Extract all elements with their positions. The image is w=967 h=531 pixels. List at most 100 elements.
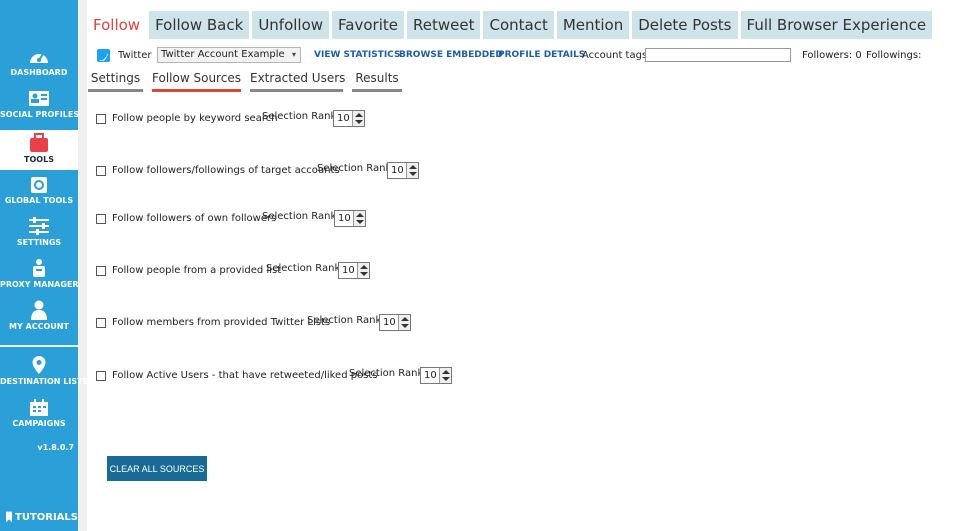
browse-embedded-link[interactable]: BROWSE EMBEDDED	[399, 50, 503, 60]
sidebar-item-label: SOCIAL PROFILES	[0, 110, 80, 119]
global-tools-icon	[31, 177, 47, 193]
account-tags-label: Account tags:	[582, 50, 651, 61]
selection-rank-label: Selection Rank	[307, 315, 382, 326]
selection-rank-value: 10	[337, 113, 350, 124]
chevron-down-icon[interactable]	[360, 272, 368, 276]
sidebar-item-proxy-manager[interactable]: PROXY MANAGER	[0, 258, 79, 294]
selection-rank-spinner[interactable]: 10	[379, 314, 411, 331]
selection-rank-spinner[interactable]: 10	[420, 367, 452, 384]
selection-rank-label: Selection Rank	[317, 163, 392, 174]
source-checkbox[interactable]	[96, 371, 106, 381]
source-checkbox[interactable]	[96, 318, 106, 328]
version-label: v1.8.0.7	[37, 443, 74, 452]
spinner-arrows[interactable]	[352, 111, 364, 126]
chevron-down-icon[interactable]	[409, 172, 417, 176]
source-label: Follow followers/followings of target ac…	[112, 165, 340, 176]
source-checkbox[interactable]	[96, 214, 106, 224]
spinner-arrows[interactable]	[357, 263, 369, 278]
sidebar-item-global-tools[interactable]: GLOBAL TOOLS	[0, 174, 78, 210]
source-checkbox[interactable]	[96, 166, 106, 176]
sidebar-item-my-account[interactable]: MY ACCOUNT	[0, 300, 78, 336]
chevron-down-icon: ▾	[291, 50, 296, 59]
spinner-arrows[interactable]	[353, 211, 365, 226]
chevron-up-icon[interactable]	[442, 370, 450, 374]
selection-rank-label: Selection Rank	[262, 211, 337, 222]
selection-rank-spinner[interactable]: 10	[334, 210, 366, 227]
sidebar-item-tools[interactable]: TOOLS	[0, 130, 78, 170]
tab-mention[interactable]: Mention	[556, 11, 630, 39]
spinner-arrows[interactable]	[398, 315, 410, 330]
spinner-arrows[interactable]	[439, 368, 451, 383]
tab-unfollow[interactable]: Unfollow	[252, 11, 330, 39]
selection-rank-label: Selection Rank	[266, 263, 341, 274]
source-checkbox[interactable]	[96, 266, 106, 276]
chevron-up-icon[interactable]	[355, 113, 363, 117]
selection-rank-value: 10	[383, 317, 396, 328]
tools-icon	[30, 133, 48, 152]
source-row: Follow followers/followings of target ac…	[96, 161, 436, 181]
tab-follow-back[interactable]: Follow Back	[149, 11, 250, 39]
account-tags-input[interactable]	[645, 48, 791, 62]
profile-details-link[interactable]: PROFILE DETAILS	[498, 50, 585, 60]
campaigns-icon	[30, 399, 48, 416]
sidebar-item-label: SETTINGS	[16, 238, 62, 247]
subtab-extracted-users[interactable]: Extracted Users	[250, 69, 345, 92]
sidebar-item-label: TOOLS	[24, 155, 54, 164]
tab-favorite[interactable]: Favorite	[332, 11, 404, 39]
source-label: Follow Active Users - that have retweete…	[112, 370, 378, 381]
account-toolbar: Twitter Twitter Account Example ▾ VIEW S…	[97, 46, 957, 66]
selection-rank-value: 10	[391, 165, 404, 176]
sidebar-item-label: MY ACCOUNT	[9, 322, 69, 331]
chevron-up-icon[interactable]	[409, 165, 417, 169]
source-label: Follow followers of own followers	[112, 213, 277, 224]
source-checkbox[interactable]	[96, 114, 106, 124]
tutorials-button[interactable]: TUTORIALS	[0, 503, 78, 531]
account-select[interactable]: Twitter Account Example ▾	[157, 47, 301, 63]
source-row: Follow Active Users - that have retweete…	[96, 366, 466, 386]
social-profiles-icon	[29, 91, 49, 106]
subtab-settings[interactable]: Settings	[88, 69, 143, 92]
settings-icon	[29, 217, 49, 235]
chevron-down-icon[interactable]	[442, 377, 450, 381]
network-label: Twitter	[118, 50, 152, 61]
dashboard-icon	[30, 53, 48, 63]
sidebar-item-dashboard[interactable]: DASHBOARD	[0, 48, 78, 84]
chevron-up-icon[interactable]	[356, 213, 364, 217]
account-select-value: Twitter Account Example	[161, 49, 285, 60]
sidebar-item-social-profiles[interactable]: SOCIAL PROFILES	[0, 90, 80, 126]
clear-all-sources-button[interactable]: CLEAR ALL SOURCES	[107, 456, 207, 481]
chevron-down-icon[interactable]	[401, 324, 409, 328]
followers-count: Followers: 0	[802, 50, 862, 61]
destination-lists-icon	[32, 356, 46, 374]
subtab-follow-sources[interactable]: Follow Sources	[152, 69, 241, 92]
chevron-down-icon[interactable]	[355, 120, 363, 124]
spinner-arrows[interactable]	[406, 163, 418, 178]
bookmark-icon	[6, 511, 12, 523]
chevron-down-icon[interactable]	[356, 220, 364, 224]
selection-rank-spinner[interactable]: 10	[338, 262, 370, 279]
tab-delete-posts[interactable]: Delete Posts	[632, 11, 738, 39]
selection-rank-spinner[interactable]: 10	[333, 110, 365, 127]
top-tab-bar: Follow Follow Back Unfollow Favorite Ret…	[87, 11, 935, 39]
subtab-results[interactable]: Results	[352, 69, 402, 92]
chevron-up-icon[interactable]	[360, 265, 368, 269]
source-row: Follow people from a provided list Selec…	[96, 261, 396, 281]
view-statistics-link[interactable]: VIEW STATISTICS	[314, 50, 400, 60]
tab-full-browser-experience[interactable]: Full Browser Experience	[740, 11, 933, 39]
tab-contact[interactable]: Contact	[483, 11, 554, 39]
source-row: Follow followers of own followers Select…	[96, 209, 396, 229]
tab-retweet[interactable]: Retweet	[407, 11, 481, 39]
main-panel: Follow Follow Back Unfollow Favorite Ret…	[87, 0, 967, 531]
selection-rank-value: 10	[424, 370, 437, 381]
chevron-up-icon[interactable]	[401, 317, 409, 321]
sidebar-item-campaigns[interactable]: CAMPAIGNS	[0, 399, 78, 435]
sidebar-item-settings[interactable]: SETTINGS	[0, 216, 78, 252]
sidebar-item-label: DASHBOARD	[10, 68, 68, 77]
sidebar-item-destination-lists[interactable]: DESTINATION LISTS	[0, 355, 88, 391]
tutorials-label: TUTORIALS	[15, 511, 78, 523]
selection-rank-spinner[interactable]: 10	[387, 162, 419, 179]
tab-follow[interactable]: Follow	[87, 11, 147, 39]
selection-rank-label: Selection Rank	[349, 368, 424, 379]
sidebar-item-label: GLOBAL TOOLS	[4, 196, 74, 205]
proxy-manager-icon	[33, 259, 45, 277]
